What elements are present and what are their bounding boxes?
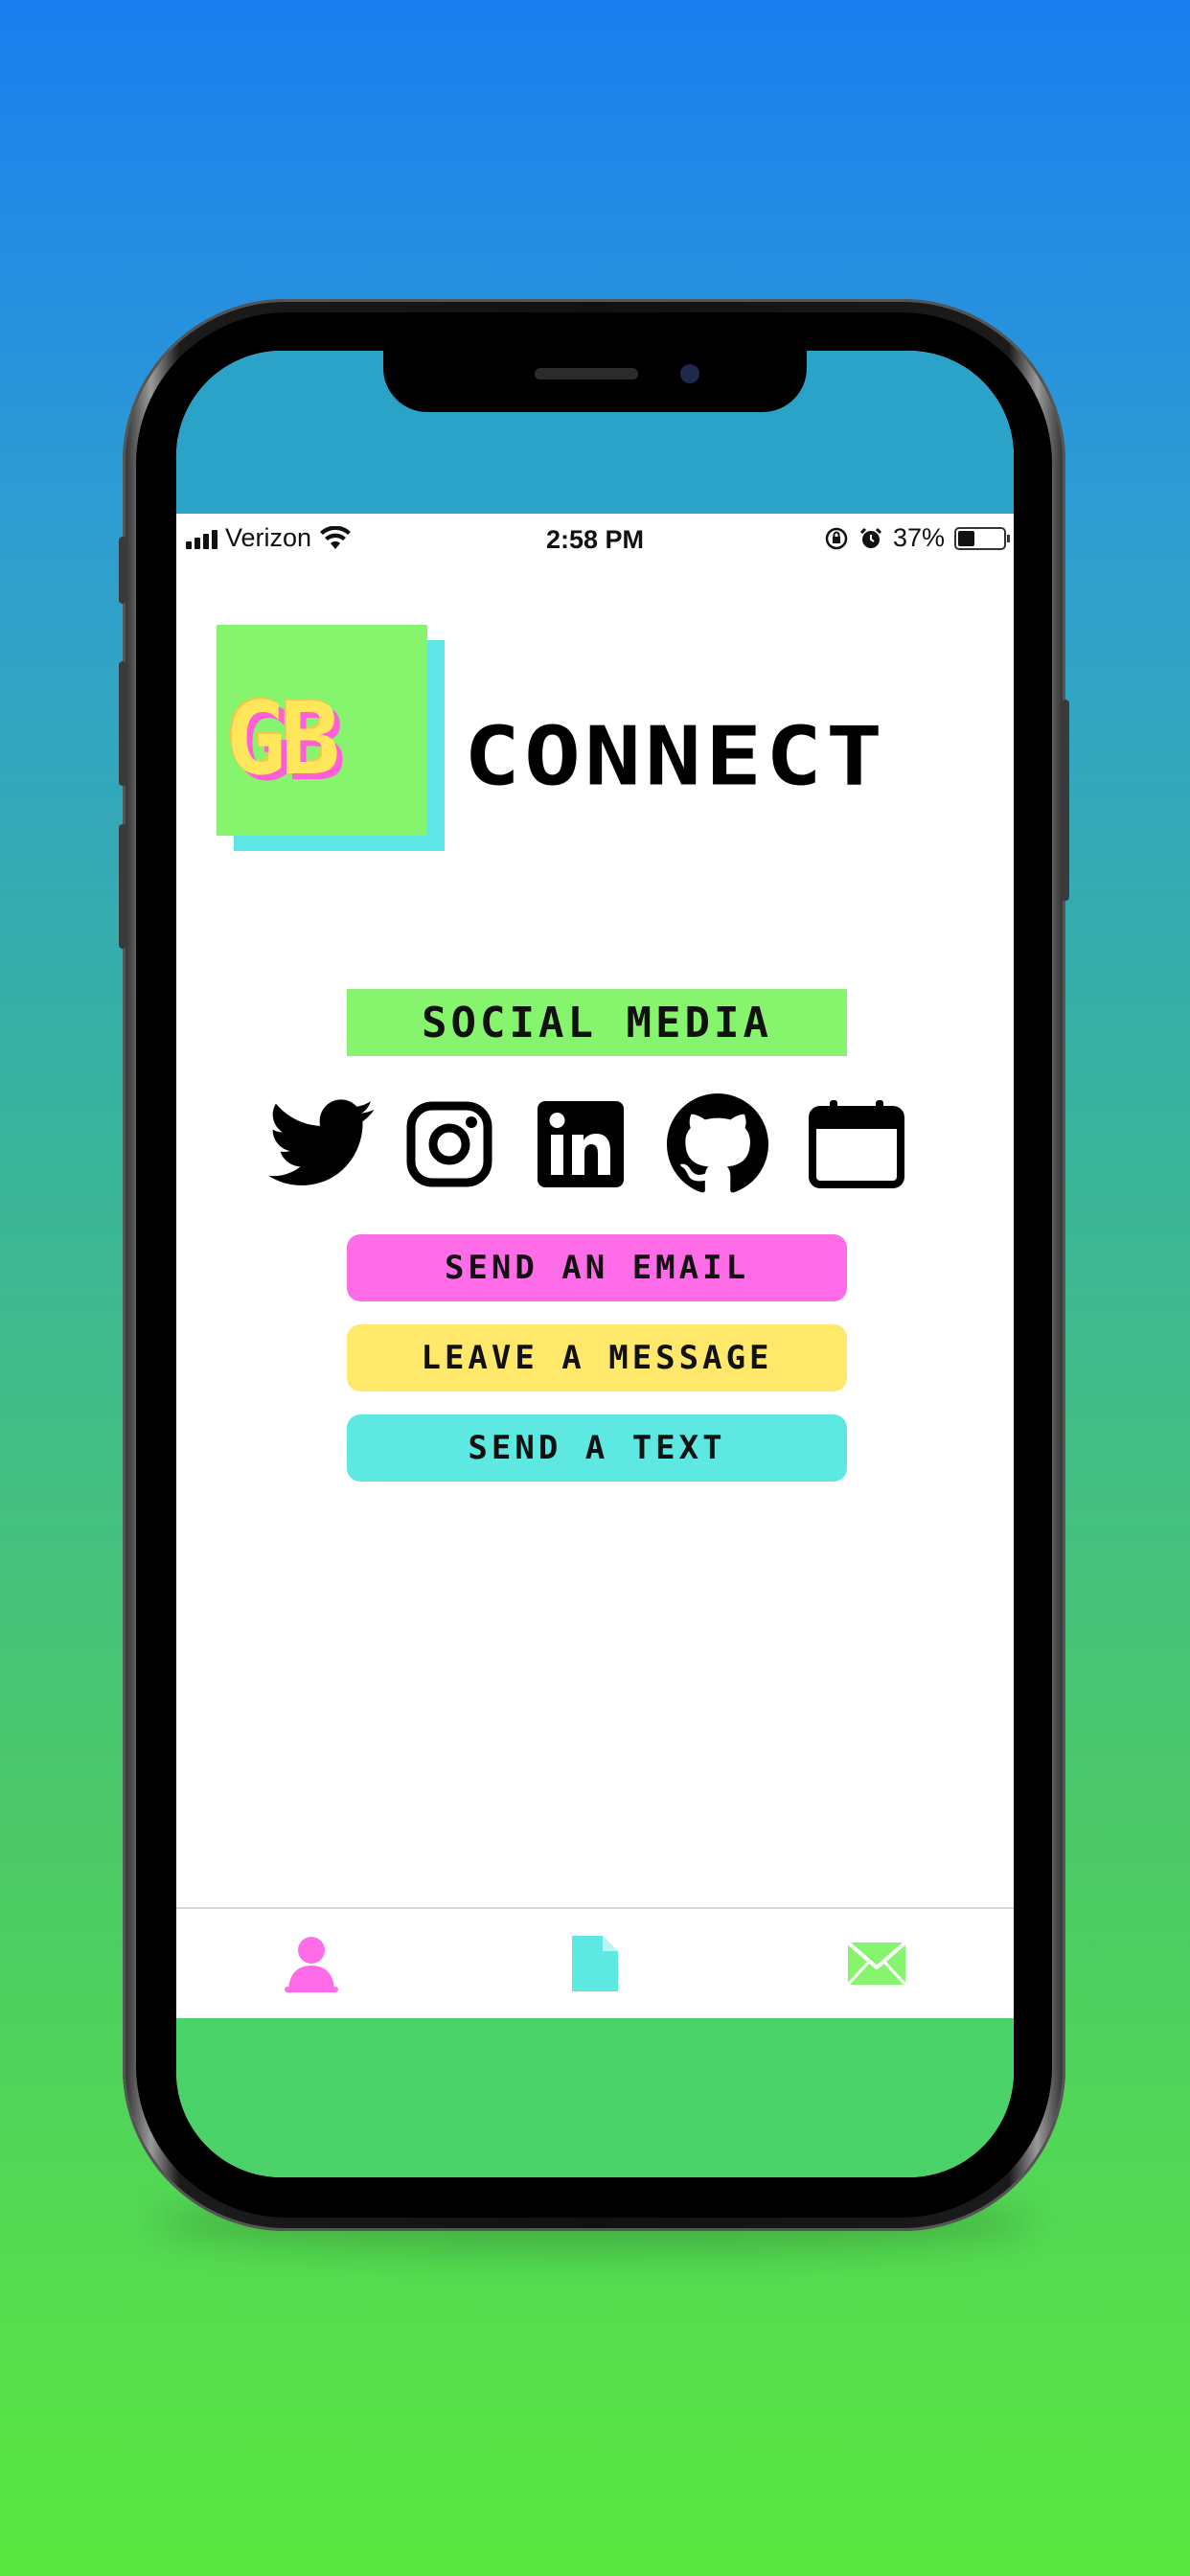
tab-profile[interactable] <box>268 1930 355 1997</box>
leave-message-button[interactable]: LEAVE A MESSAGE <box>347 1324 847 1392</box>
app-logo: GB <box>217 625 446 851</box>
speaker-grille <box>535 368 638 380</box>
github-icon[interactable] <box>665 1093 770 1194</box>
mute-switch <box>119 537 126 604</box>
send-text-button[interactable]: SEND A TEXT <box>347 1414 847 1482</box>
instagram-icon[interactable] <box>404 1094 494 1194</box>
battery-fill <box>958 530 974 546</box>
power-button <box>1062 700 1069 901</box>
notch <box>383 351 807 412</box>
front-camera <box>680 364 699 383</box>
status-right: 37% <box>824 523 1010 553</box>
phone-screen: Verizon 2:58 PM 37% GB CONNECT SOCIAL ME… <box>176 351 1014 2177</box>
tab-resume[interactable] <box>552 1930 638 1997</box>
section-heading-social-media: SOCIAL MEDIA <box>347 989 847 1056</box>
status-bar: Verizon 2:58 PM 37% <box>176 514 1014 562</box>
screen-bottom-band <box>176 2014 1014 2177</box>
social-icons-row <box>268 1093 929 1200</box>
mail-icon <box>848 1943 905 1985</box>
person-icon <box>285 1937 338 1992</box>
volume-down-button <box>119 824 126 949</box>
calendar-icon[interactable] <box>809 1094 904 1194</box>
brand-title: CONNECT <box>464 710 887 805</box>
volume-up-button <box>119 661 126 786</box>
linkedin-icon[interactable] <box>537 1094 625 1194</box>
tab-bar <box>176 1907 1014 2018</box>
orientation-lock-icon <box>825 527 848 549</box>
tab-contact[interactable] <box>834 1930 920 1997</box>
alarm-icon <box>859 527 882 548</box>
battery-percent: 37% <box>892 523 945 552</box>
send-email-button[interactable]: SEND AN EMAIL <box>347 1234 847 1301</box>
document-icon <box>572 1936 618 1991</box>
battery-icon <box>954 526 1010 550</box>
twitter-icon[interactable] <box>268 1094 376 1194</box>
logo-text: GB <box>226 680 340 797</box>
